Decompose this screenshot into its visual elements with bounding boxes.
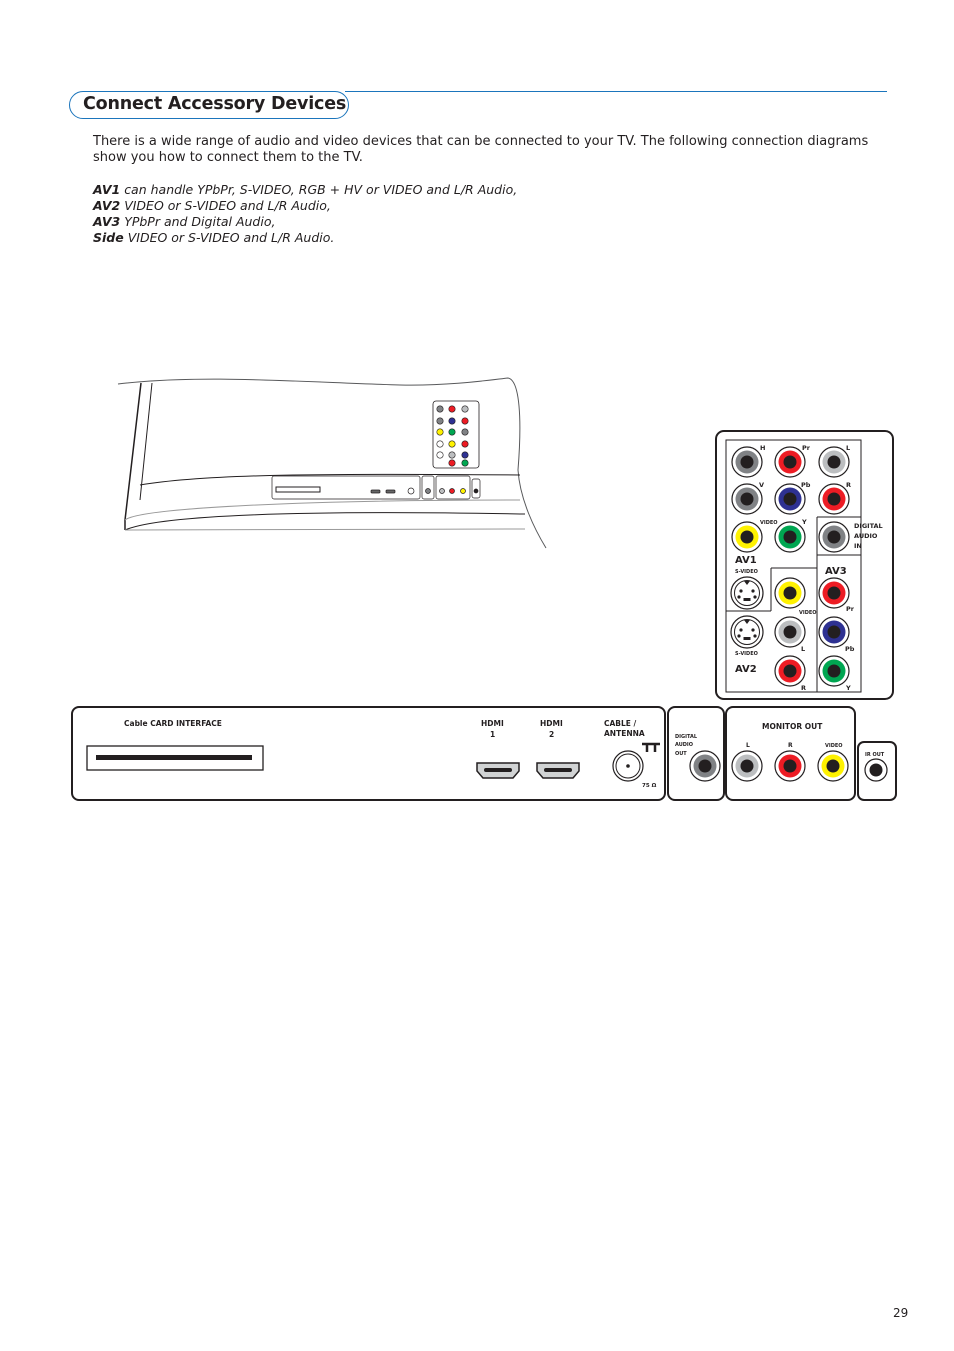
dao-label-1: DIGITAL	[675, 734, 698, 740]
dao-label-2: AUDIO	[675, 742, 693, 748]
cable-card-label: Cable CARD INTERFACE	[124, 719, 222, 728]
jack-digital-audio-out	[689, 750, 721, 782]
label-pr-2: Pr	[846, 605, 855, 613]
label-pr: Pr	[802, 444, 811, 452]
hdmi-port-1	[476, 762, 520, 779]
tv-mini-side-panel	[432, 400, 480, 469]
label-digital: DIGITAL	[854, 522, 883, 530]
jack-monitor-r	[774, 750, 806, 782]
ir-out-label: IR OUT	[865, 752, 885, 758]
label-h: H	[760, 444, 765, 452]
mini-jack	[436, 417, 444, 425]
jack-monitor-video	[817, 750, 849, 782]
mini-jack	[448, 451, 456, 459]
mini-jack	[461, 428, 469, 436]
label-svideo-2: S-VIDEO	[735, 651, 758, 657]
jack-monitor-l	[731, 750, 763, 782]
mini-jack	[461, 405, 469, 413]
label-y-2: Y	[845, 684, 851, 692]
mini-jack	[448, 405, 456, 413]
label-video-2: VIDEO	[799, 610, 817, 616]
label-v: V	[759, 481, 764, 489]
mini-jack	[461, 440, 469, 448]
mini-jack	[436, 428, 444, 436]
svideo-av2-jack	[730, 615, 764, 649]
jack-av3-y	[818, 655, 850, 687]
jack-av3-pb	[818, 616, 850, 648]
cable-label: CABLE /	[604, 719, 637, 728]
label-av1: AV1	[735, 555, 757, 566]
jack-digital-audio-in	[818, 521, 850, 553]
mini-jack	[461, 451, 469, 459]
mini-jack	[461, 459, 469, 467]
jack-av2-l	[774, 616, 806, 648]
label-video: VIDEO	[760, 520, 778, 526]
svideo-av1-jack	[730, 576, 764, 610]
jack-ir-out	[864, 758, 888, 782]
tv-mini-bottom-panel	[271, 475, 481, 500]
label-svideo-1: S-VIDEO	[735, 569, 758, 575]
label-av2: AV2	[735, 664, 757, 675]
mini-jack	[436, 440, 444, 448]
mini-jack	[448, 440, 456, 448]
monitor-out-label: MONITOR OUT	[762, 722, 823, 731]
label-av3: AV3	[825, 566, 847, 577]
monitor-r-label: R	[788, 742, 793, 749]
jack-v	[731, 483, 763, 515]
label-pb-2: Pb	[845, 645, 855, 653]
jack-av2-video	[774, 577, 806, 609]
jack-r	[818, 483, 850, 515]
mini-jack	[448, 428, 456, 436]
jack-video	[731, 521, 763, 553]
mini-jack	[436, 451, 444, 459]
label-l-2: L	[801, 645, 805, 653]
hdmi2-num: 2	[549, 730, 554, 739]
jack-av3-pr	[818, 577, 850, 609]
label-pb: Pb	[801, 481, 811, 489]
page-number: 29	[893, 1306, 909, 1320]
mini-jack	[448, 417, 456, 425]
label-in: IN	[854, 542, 862, 550]
connection-diagram: H Pr L V Pb R VIDEO Y DIGITAL AUDIO IN A…	[71, 377, 897, 801]
hdmi2-label: HDMI	[540, 719, 563, 728]
hdmi-port-2	[536, 762, 580, 779]
ohms-label: 75 Ω	[642, 783, 657, 789]
hdmi1-num: 1	[490, 730, 495, 739]
mini-jack	[436, 405, 444, 413]
label-audio: AUDIO	[854, 532, 878, 540]
label-l: L	[846, 444, 850, 452]
mini-jack	[461, 417, 469, 425]
jack-h	[731, 446, 763, 478]
jack-av2-r	[774, 655, 806, 687]
antenna-label: ANTENNA	[604, 729, 645, 738]
jack-l	[818, 446, 850, 478]
jack-y	[774, 521, 806, 553]
label-r: R	[846, 481, 851, 489]
monitor-video-label: VIDEO	[825, 743, 843, 749]
label-y: Y	[801, 518, 807, 526]
tv-outline	[117, 377, 547, 549]
hdmi1-label: HDMI	[481, 719, 504, 728]
monitor-l-label: L	[746, 742, 750, 749]
mini-jack	[448, 459, 456, 467]
dao-label-3: OUT	[675, 751, 687, 757]
jack-pr	[774, 446, 806, 478]
label-r-2: R	[801, 684, 806, 692]
